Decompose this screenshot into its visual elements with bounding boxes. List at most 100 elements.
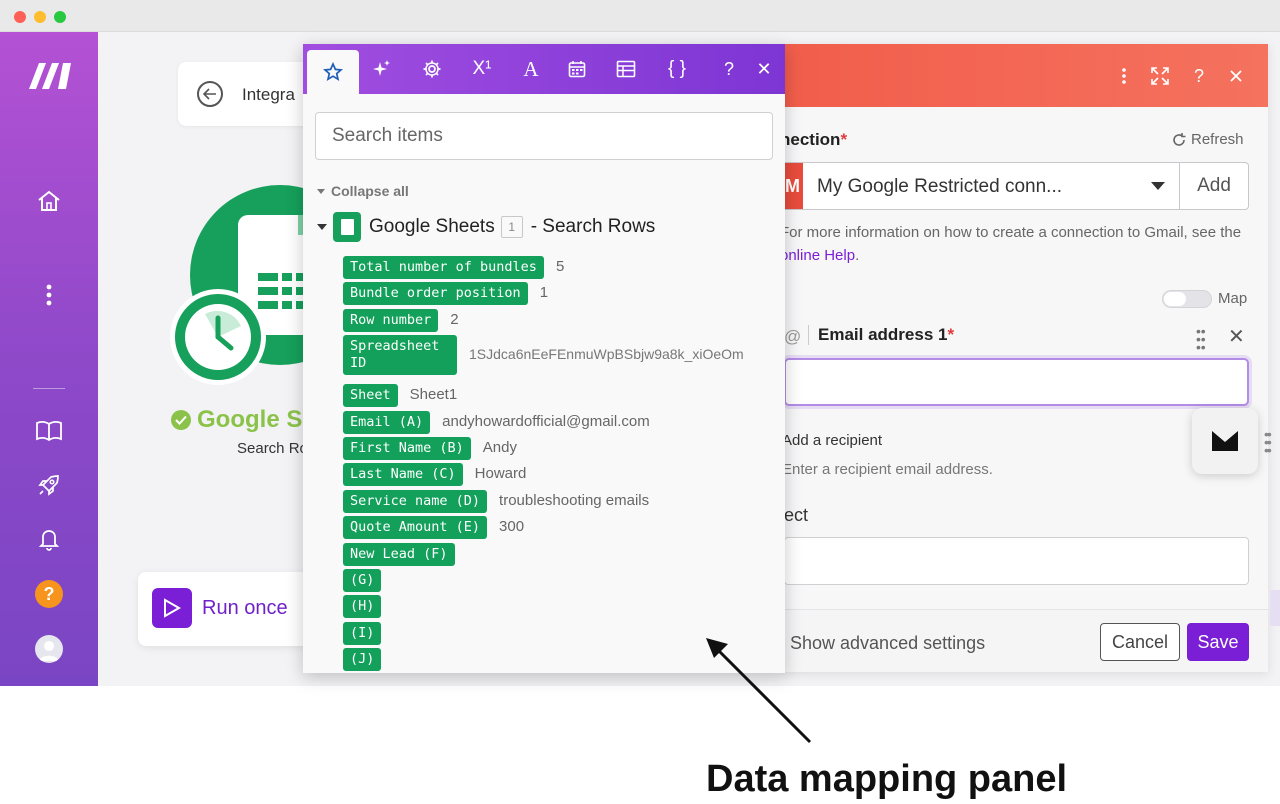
mapping-item-pill[interactable]: Sheet	[343, 384, 398, 408]
help-icon[interactable]: ?	[709, 44, 749, 94]
table-icon	[616, 60, 636, 78]
data-mapping-panel: X¹ A { } ? ✕ Collapse all Google Sheets …	[303, 44, 785, 673]
run-once-label[interactable]: Run once	[202, 597, 288, 620]
schedule-clock-icon[interactable]	[170, 289, 266, 385]
connection-help-text: For more information on how to create a …	[780, 224, 1242, 264]
mapping-item-value: 5	[555, 258, 565, 275]
mapping-item-pill[interactable]: Last Name (C)	[343, 463, 463, 487]
expand-icon[interactable]	[1148, 64, 1172, 88]
widget-drag-handle-icon[interactable]: •• •• ••	[1264, 427, 1272, 457]
home-icon[interactable]	[34, 186, 64, 216]
subject-input[interactable]	[784, 537, 1249, 585]
app-window: ? Integra Google S Search Ro Run once ? …	[0, 0, 1280, 804]
tab-general-functions[interactable]	[412, 44, 452, 94]
mapping-item-pill[interactable]: (I)	[343, 621, 382, 645]
search-items-input[interactable]	[315, 112, 773, 160]
maximize-window-button[interactable]	[54, 11, 66, 23]
tab-date-time[interactable]	[557, 44, 597, 94]
field-divider	[808, 325, 809, 345]
save-button[interactable]: Save	[1187, 623, 1249, 661]
check-circle-icon	[171, 410, 191, 430]
mapping-item-pill[interactable]: Quote Amount (E)	[343, 516, 488, 540]
panel-edge-tab[interactable]	[1270, 590, 1280, 626]
left-sidebar: ?	[0, 32, 98, 686]
mapping-item-pill[interactable]: Email (A)	[343, 410, 431, 434]
help-icon[interactable]: ?	[1187, 64, 1211, 88]
close-icon[interactable]	[1224, 64, 1248, 88]
more-options-icon[interactable]	[1112, 64, 1136, 88]
close-window-button[interactable]	[14, 11, 26, 23]
superscript-icon[interactable]: X¹	[462, 44, 502, 94]
mapping-item-pill[interactable]: (G)	[343, 568, 382, 592]
mapping-item-pill[interactable]: Total number of bundles	[343, 256, 544, 279]
mapping-item-pill[interactable]: Row number	[343, 308, 439, 332]
add-connection-button[interactable]: Add	[1180, 162, 1249, 210]
tab-favorites[interactable]	[307, 50, 359, 94]
mapping-item-value: Andy	[482, 438, 517, 456]
mapping-item: (G)	[343, 568, 783, 594]
remove-field-icon[interactable]: ✕	[1228, 324, 1245, 349]
bell-icon[interactable]	[34, 524, 64, 554]
help-badge-icon[interactable]: ?	[35, 580, 63, 608]
make-logo-icon[interactable]	[27, 56, 73, 96]
annotation-caption: Data mapping panel	[706, 758, 1068, 800]
text-icon[interactable]: A	[511, 44, 551, 94]
mapping-item-value: troubleshooting emails	[499, 491, 650, 509]
mapping-item: Quote Amount (E) 300	[343, 515, 783, 541]
refresh-button[interactable]: Refresh	[1172, 131, 1244, 148]
module-output-group[interactable]: Google Sheets 1 - Search Rows	[317, 212, 655, 242]
module-title-text: Google S	[197, 406, 303, 433]
floating-widget-button[interactable]	[1192, 408, 1258, 474]
mapping-item: Row number 2	[343, 308, 783, 334]
mapping-item: Service name (D) troubleshooting emails	[343, 489, 783, 515]
mapping-item: Email (A) andyhowardofficial@gmail.com	[343, 410, 783, 436]
module-action: - Search Rows	[530, 216, 656, 237]
chevron-logo-icon	[1212, 431, 1238, 451]
mapping-item-pill[interactable]: Service name (D)	[343, 489, 488, 513]
caret-down-icon	[317, 188, 325, 194]
module-settings-panel: ? nection* Refresh M My Google Restricte…	[780, 44, 1268, 672]
mapping-item: Sheet Sheet1	[343, 383, 783, 409]
mapping-item-value: 1SJdca6nEeFEnmuWpBSbjw9a8k_xiOeOm	[469, 346, 744, 363]
caret-down-icon	[317, 224, 327, 230]
connection-label: nection*	[780, 130, 848, 149]
mapping-items-list: Total number of bundles 5 Bundle order po…	[343, 255, 783, 673]
mapping-item: (H)	[343, 594, 783, 620]
mapping-item: New Lead (F)	[343, 542, 783, 568]
connection-value: My Google Restricted conn...	[817, 176, 1062, 197]
sparkle-icon	[373, 60, 390, 76]
book-icon[interactable]	[34, 416, 64, 446]
user-avatar[interactable]	[35, 635, 63, 663]
minimize-window-button[interactable]	[34, 11, 46, 23]
drag-handle-icon[interactable]: • • • • • •	[1196, 324, 1206, 354]
mapping-item-pill[interactable]: First Name (B)	[343, 436, 471, 460]
mapping-item-value: 300	[499, 518, 525, 536]
email-address-label: Email address 1*	[818, 325, 955, 344]
mapping-item-pill[interactable]: Bundle order position	[343, 282, 528, 306]
at-sign-icon: @	[784, 327, 802, 346]
close-icon[interactable]: ✕	[744, 44, 784, 94]
google-sheets-icon	[333, 212, 361, 242]
tab-array-functions[interactable]	[606, 44, 646, 94]
module-subtitle: Search Ro	[237, 440, 308, 457]
cancel-button[interactable]: Cancel	[1100, 623, 1180, 661]
mapping-item-pill[interactable]: (J)	[343, 648, 382, 672]
run-once-button[interactable]	[152, 588, 192, 628]
mapping-item: Total number of bundles 5	[343, 255, 783, 281]
add-recipient-label[interactable]: Add a recipient	[782, 432, 882, 449]
braces-icon[interactable]: { }	[657, 44, 697, 94]
mapping-item-pill[interactable]: Spreadsheet ID	[343, 335, 457, 376]
mapping-item-value: 1	[539, 284, 549, 302]
window-titlebar	[0, 0, 1280, 32]
collapse-all-button[interactable]: Collapse all	[317, 183, 409, 199]
online-help-link[interactable]: online Help	[780, 247, 855, 264]
rocket-icon[interactable]	[34, 470, 64, 500]
back-arrow-icon[interactable]	[197, 81, 223, 107]
email-address-input[interactable]	[784, 358, 1249, 406]
tab-ai[interactable]	[362, 44, 402, 94]
connection-select[interactable]: M My Google Restricted conn...	[780, 162, 1180, 210]
mapping-item-pill[interactable]: New Lead (F)	[343, 542, 455, 566]
map-toggle[interactable]	[1162, 290, 1212, 308]
more-vertical-icon[interactable]	[34, 280, 64, 310]
mapping-item-pill[interactable]: (H)	[343, 595, 382, 619]
